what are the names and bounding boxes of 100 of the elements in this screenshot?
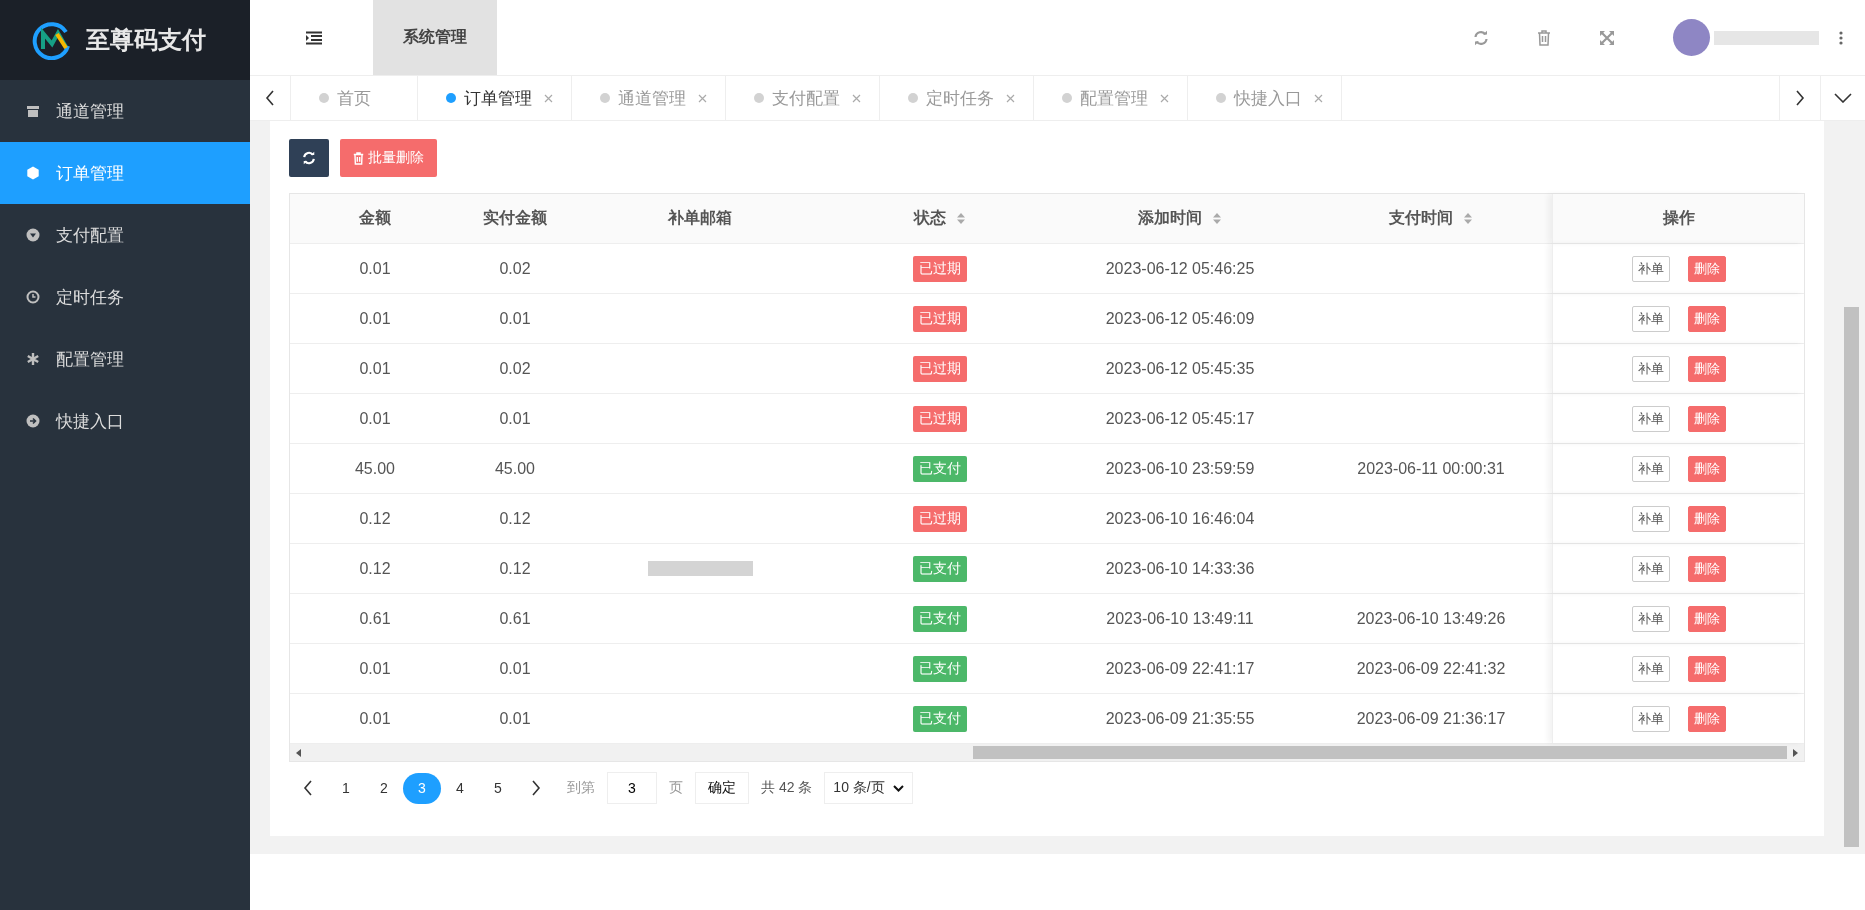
circle-caret-icon xyxy=(26,228,40,242)
more-icon[interactable] xyxy=(1839,30,1843,45)
supplement-button[interactable]: 补单 xyxy=(1631,505,1670,532)
total-count: 共 42 条 xyxy=(761,779,813,797)
table-cell-text: 2023-06-10 14:33:36 xyxy=(1104,558,1256,579)
supplement-button[interactable]: 补单 xyxy=(1631,355,1670,382)
sidebar-item[interactable]: 支付配置 xyxy=(0,204,250,266)
avatar[interactable] xyxy=(1673,19,1710,56)
page-unit: 页 xyxy=(669,779,683,797)
table-cell-text: 2023-06-12 05:46:09 xyxy=(1104,308,1256,329)
column-header: 状态 xyxy=(830,194,1050,243)
sidebar-item[interactable]: 快捷入口 xyxy=(0,390,250,452)
column-header: 金额 xyxy=(358,208,392,228)
next-page-icon[interactable] xyxy=(531,780,541,796)
table-cell-text: 45.00 xyxy=(493,458,536,479)
chevron-right-icon xyxy=(1795,90,1805,106)
horizontal-scrollbar[interactable] xyxy=(290,744,1804,761)
column-header: 操作 xyxy=(1552,194,1804,243)
chevron-down-icon xyxy=(1834,93,1852,103)
table-cell-text: 2023-06-12 05:45:17 xyxy=(1104,408,1256,429)
page-number[interactable]: 4 xyxy=(441,772,479,804)
close-icon[interactable] xyxy=(1006,93,1015,103)
page-number[interactable]: 5 xyxy=(479,772,517,804)
sidebar-item[interactable]: 配置管理 xyxy=(0,328,250,390)
logo-icon xyxy=(32,20,72,60)
close-icon[interactable] xyxy=(1314,93,1323,103)
trash-icon xyxy=(353,151,364,165)
supplement-button[interactable]: 补单 xyxy=(1631,605,1670,632)
close-icon[interactable] xyxy=(852,93,861,103)
supplement-button[interactable]: 补单 xyxy=(1631,455,1670,482)
refresh-icon xyxy=(302,151,316,165)
table-cell-text: 2023-06-10 16:46:04 xyxy=(1104,508,1256,529)
status-badge: 已过期 xyxy=(913,255,967,282)
status-badge: 已支付 xyxy=(913,555,967,582)
page-number[interactable]: 1 xyxy=(327,772,365,804)
supplement-button[interactable]: 补单 xyxy=(1631,705,1670,732)
table-cell-text: 0.01 xyxy=(358,358,392,379)
supplement-button[interactable]: 补单 xyxy=(1631,255,1670,282)
table-cell-text: 0.02 xyxy=(498,358,532,379)
hexagon-icon xyxy=(26,166,40,180)
supplement-button[interactable]: 补单 xyxy=(1631,405,1670,432)
table-cell-text: 2023-06-09 22:41:17 xyxy=(1104,658,1256,679)
sidebar-item[interactable]: 定时任务 xyxy=(0,266,250,328)
supplement-button[interactable]: 补单 xyxy=(1631,555,1670,582)
sort-icon[interactable] xyxy=(1463,212,1473,225)
status-badge: 已支付 xyxy=(913,655,967,682)
status-badge: 已支付 xyxy=(913,605,967,632)
caret-icon xyxy=(892,784,904,792)
table-cell-text: 2023-06-09 21:35:55 xyxy=(1104,708,1256,729)
scroll-left-icon xyxy=(296,748,301,757)
refresh-button[interactable] xyxy=(289,139,329,177)
confirm-button[interactable]: 确定 xyxy=(695,772,749,804)
collapse-menu-icon[interactable] xyxy=(305,30,323,45)
page-size-select[interactable]: 10 条/页 xyxy=(824,772,913,804)
table-cell-text: 0.01 xyxy=(358,258,392,279)
table-cell-text: 45.00 xyxy=(353,458,396,479)
sort-icon[interactable] xyxy=(1212,212,1222,225)
table-cell-text: 0.01 xyxy=(498,408,532,429)
page-number[interactable]: 2 xyxy=(365,772,403,804)
column-header: 添加时间 xyxy=(1050,194,1310,243)
supplement-button[interactable]: 补单 xyxy=(1631,655,1670,682)
table-cell: 2023-06-10 13:49:26 xyxy=(1356,609,1506,628)
supplement-button[interactable]: 补单 xyxy=(1631,305,1670,332)
goto-label: 到第 xyxy=(567,779,595,797)
status-badge: 已过期 xyxy=(913,405,967,432)
page-input[interactable]: 3 xyxy=(607,772,657,804)
table-cell-text: 0.12 xyxy=(358,558,392,579)
system-menu-tab[interactable]: 系统管理 xyxy=(373,0,497,75)
table-cell-text: 0.01 xyxy=(358,708,392,729)
status-badge: 已过期 xyxy=(913,505,967,532)
table-cell-text: 0.01 xyxy=(498,708,532,729)
clock-icon xyxy=(26,290,40,304)
table-cell-text: 0.12 xyxy=(498,558,532,579)
refresh-icon[interactable] xyxy=(1473,29,1489,46)
table-cell-text: 0.02 xyxy=(498,258,532,279)
close-icon[interactable] xyxy=(698,93,707,103)
status-badge: 已支付 xyxy=(913,705,967,732)
sidebar-item[interactable]: 通道管理 xyxy=(0,80,250,142)
table-cell-text: 0.01 xyxy=(498,658,532,679)
scroll-right-icon xyxy=(1793,748,1798,757)
page-tab[interactable]: 订单管理 xyxy=(418,76,572,120)
close-icon[interactable] xyxy=(1160,93,1169,103)
trash-icon[interactable] xyxy=(1537,29,1551,46)
column-header: 支付时间 xyxy=(1310,194,1552,243)
column-header: 实付金额 xyxy=(482,208,548,228)
sort-icon[interactable] xyxy=(956,212,966,225)
previous-page-icon[interactable] xyxy=(303,780,313,796)
table-cell-text: 0.01 xyxy=(358,308,392,329)
circle-arrow-icon xyxy=(26,414,40,428)
table-cell: 2023-06-09 22:41:32 xyxy=(1356,659,1506,678)
asterisk-icon xyxy=(26,352,40,366)
brand-name: 至尊码支付 xyxy=(86,25,206,55)
table-cell-text: 0.61 xyxy=(498,608,532,629)
status-badge: 已过期 xyxy=(913,305,967,332)
fullscreen-icon[interactable] xyxy=(1599,29,1615,46)
status-badge: 已支付 xyxy=(913,455,967,482)
close-icon[interactable] xyxy=(544,93,553,103)
table-cell-text: 2023-06-10 13:49:11 xyxy=(1105,608,1255,629)
status-badge: 已过期 xyxy=(913,355,967,382)
table-cell-text: 0.01 xyxy=(358,408,392,429)
